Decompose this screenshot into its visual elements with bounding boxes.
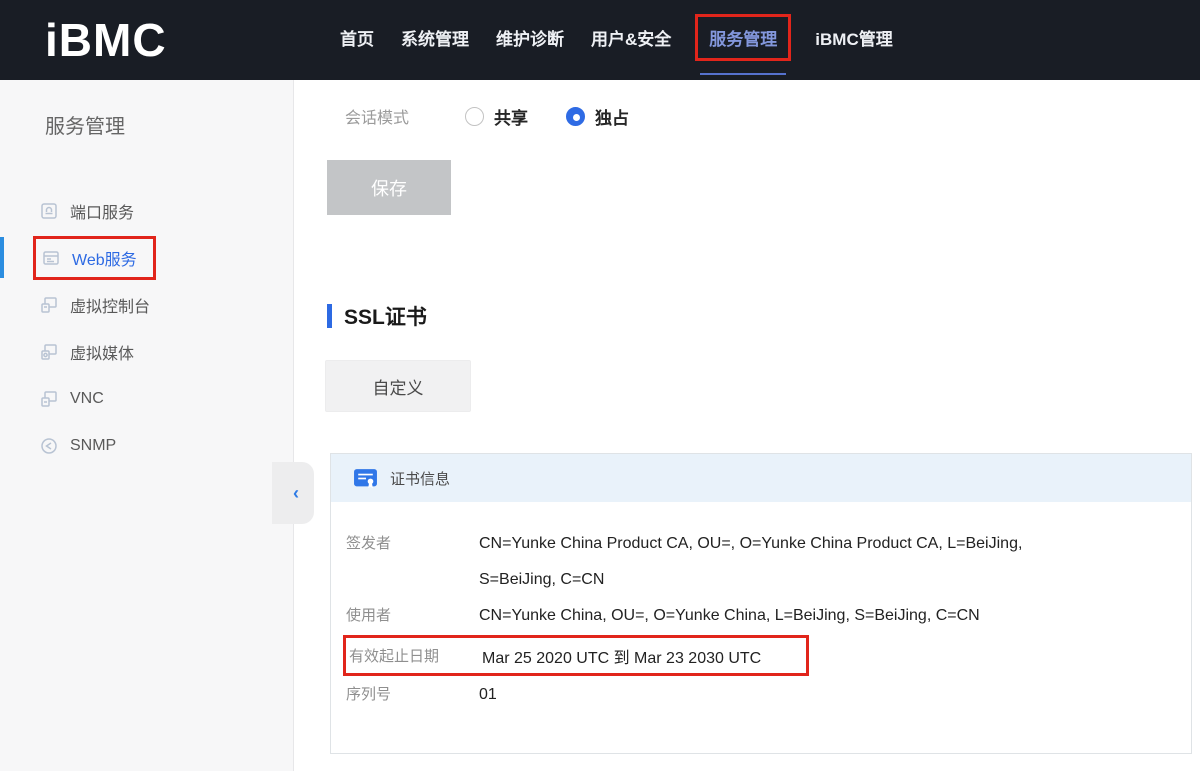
nav-item-user-security[interactable]: 用户&安全 <box>591 25 671 50</box>
validity-label: 有效起止日期 <box>349 645 482 666</box>
virtual-media-icon <box>40 343 58 361</box>
radio-exclusive[interactable]: 独占 <box>566 104 629 129</box>
issuer-value: CN=Yunke China Product CA, OU=, O=Yunke … <box>479 526 1059 598</box>
annotation-box-validity: 有效起止日期 Mar 25 2020 UTC 到 Mar 23 2030 UTC <box>343 635 809 676</box>
certificate-icon <box>353 466 378 491</box>
cert-row-subject: 使用者 CN=Yunke China, OU=, O=Yunke China, … <box>346 598 1171 634</box>
radio-checked-icon[interactable] <box>566 107 585 126</box>
cert-row-serial: 序列号 01 <box>346 677 1171 713</box>
serial-value: 01 <box>479 677 497 713</box>
validity-value: Mar 25 2020 UTC 到 Mar 23 2030 UTC <box>482 644 761 668</box>
subject-label: 使用者 <box>346 598 479 634</box>
sidebar-title: 服务管理 <box>0 110 293 139</box>
virtual-console-icon <box>40 296 58 314</box>
ssl-section-header: SSL证书 <box>327 301 1200 331</box>
customize-button[interactable]: 自定义 <box>325 360 471 412</box>
sidebar-item-label: SNMP <box>70 437 116 455</box>
radio-unchecked-icon[interactable] <box>465 107 484 126</box>
chevron-left-icon: ‹ <box>293 483 299 504</box>
radio-shared[interactable]: 共享 <box>465 104 528 129</box>
sidebar-item-vnc[interactable]: VNC <box>0 375 293 422</box>
subject-value: CN=Yunke China, OU=, O=Yunke China, L=Be… <box>479 598 980 634</box>
radio-exclusive-label: 独占 <box>595 104 629 129</box>
session-mode-row: 会话模式 共享 独占 <box>345 102 1200 130</box>
sidebar: 服务管理 端口服务 Web服务 <box>0 80 294 771</box>
sidebar-item-label: 虚拟控制台 <box>70 293 150 317</box>
sidebar-item-label: Web服务 <box>72 246 137 270</box>
nav-item-maintenance[interactable]: 维护诊断 <box>496 25 564 50</box>
nav-item-system[interactable]: 系统管理 <box>401 25 469 50</box>
sidebar-menu: 端口服务 Web服务 虚拟控制台 <box>0 187 293 469</box>
serial-label: 序列号 <box>346 677 479 713</box>
sidebar-item-label: 虚拟媒体 <box>70 340 134 364</box>
certificate-details: 签发者 CN=Yunke China Product CA, OU=, O=Yu… <box>331 502 1191 753</box>
sidebar-item-port-service[interactable]: 端口服务 <box>0 187 293 234</box>
main-content: 会话模式 共享 独占 保存 SSL证书 自定义 <box>294 80 1200 771</box>
issuer-label: 签发者 <box>346 526 479 562</box>
sidebar-item-snmp[interactable]: SNMP <box>0 422 293 469</box>
sidebar-item-virtual-media[interactable]: 虚拟媒体 <box>0 328 293 375</box>
section-accent-bar <box>327 304 332 328</box>
annotation-box-web-service: Web服务 <box>33 236 156 280</box>
port-service-icon <box>40 202 58 220</box>
certificate-panel-title: 证书信息 <box>390 468 450 489</box>
vnc-icon <box>40 390 58 408</box>
cert-row-issuer: 签发者 CN=Yunke China Product CA, OU=, O=Yu… <box>346 526 1171 598</box>
main-nav: 首页 系统管理 维护诊断 用户&安全 服务管理 iBMC管理 <box>340 22 893 53</box>
certificate-panel-header: 证书信息 <box>331 454 1191 502</box>
nav-item-service[interactable]: 服务管理 <box>709 30 777 49</box>
nav-item-home[interactable]: 首页 <box>340 25 374 50</box>
sidebar-item-web-service[interactable]: Web服务 <box>0 234 293 281</box>
session-mode-label: 会话模式 <box>345 104 465 128</box>
sidebar-collapse-toggle[interactable]: ‹ <box>272 462 314 524</box>
radio-shared-label: 共享 <box>494 104 528 129</box>
save-button[interactable]: 保存 <box>327 160 451 215</box>
brand-logo: iBMC <box>45 13 295 67</box>
sidebar-item-virtual-console[interactable]: 虚拟控制台 <box>0 281 293 328</box>
ssl-section-title: SSL证书 <box>344 301 427 331</box>
sidebar-item-label: 端口服务 <box>70 199 134 223</box>
nav-item-ibmc[interactable]: iBMC管理 <box>815 25 892 50</box>
snmp-icon <box>40 437 58 455</box>
annotation-box-nav-service: 服务管理 <box>695 14 791 61</box>
web-service-icon <box>42 249 60 267</box>
certificate-panel: 证书信息 签发者 CN=Yunke China Product CA, OU=,… <box>330 453 1192 754</box>
sidebar-item-label: VNC <box>70 390 104 408</box>
top-header: iBMC 首页 系统管理 维护诊断 用户&安全 服务管理 iBMC管理 <box>0 0 1200 80</box>
